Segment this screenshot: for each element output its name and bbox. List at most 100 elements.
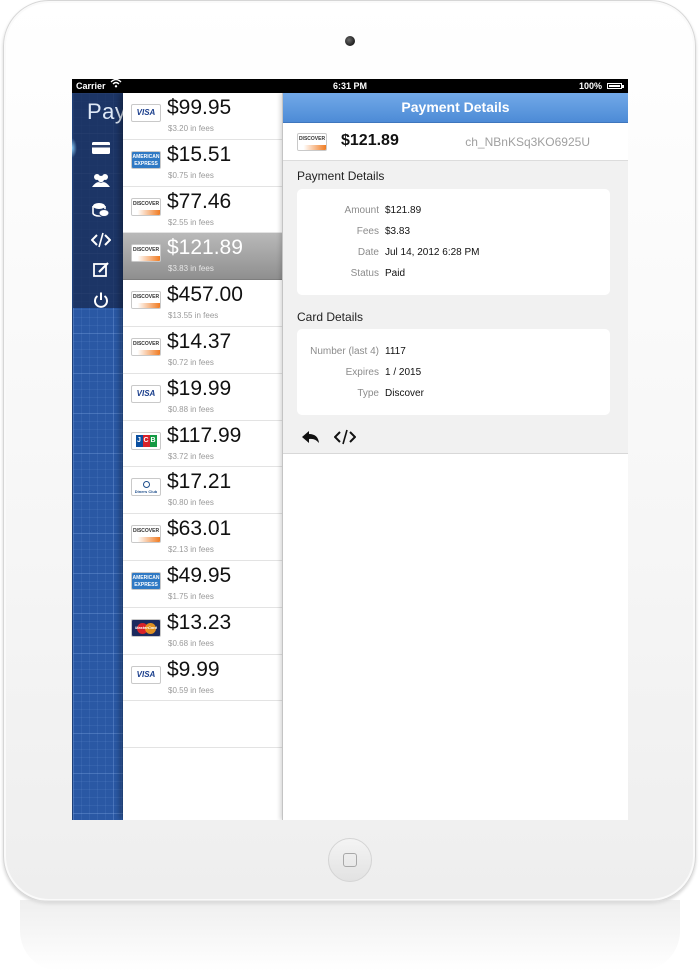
payment-fees: $0.88 in fees (168, 404, 214, 414)
payment-fees: $1.75 in fees (168, 592, 214, 601)
payment-row[interactable]: VISA $9.99 $0.59 in fees (123, 655, 282, 702)
status-bar: Carrier 6:31 PM 100% (72, 79, 628, 93)
payment-row[interactable]: Diners Club $17.21 $0.80 in fees (123, 467, 282, 515)
field-label: Type (357, 388, 379, 399)
charge-id: ch_NBnKSq3KO6925U (465, 135, 590, 149)
fees-value: $3.83 (385, 226, 411, 237)
payment-amount: $63.01 (167, 517, 232, 541)
payment-row[interactable]: DISCOVER $121.89 $3.83 in fees (123, 233, 282, 281)
mastercard-card-icon: MasterCard (131, 618, 161, 637)
payment-fees: $0.80 in fees (168, 498, 214, 508)
payment-row[interactable]: VISA $19.99 $0.88 in fees (123, 374, 282, 421)
detail-amount: $121.89 (341, 132, 399, 149)
field-label: Number (last 4) (310, 346, 379, 357)
battery-icon (607, 83, 624, 89)
discover-card-icon: DISCOVER (131, 244, 161, 263)
power-icon (93, 292, 108, 308)
visa-card-icon: VISA (131, 104, 161, 122)
payment-fees: $3.20 in fees (168, 124, 214, 133)
code-icon (90, 232, 111, 248)
discover-card-icon: DISCOVER (131, 338, 161, 356)
payment-amount: $13.23 (167, 610, 232, 634)
sidebar-item-customers[interactable] (73, 165, 124, 195)
discover-card-icon: DISCOVER (131, 525, 161, 544)
date-value: Jul 14, 2012 6:28 PM (385, 247, 480, 258)
sidebar: Pay (72, 93, 127, 820)
field-label: Fees (356, 226, 379, 237)
payment-fees: $0.72 in fees (168, 358, 214, 367)
discover-card-icon: DISCOVER (131, 197, 161, 216)
payment-amount: $9.99 (167, 657, 220, 681)
payment-row[interactable]: DISCOVER $14.37 $0.72 in fees (123, 327, 282, 374)
visa-card-icon: VISA (131, 384, 161, 403)
payment-row[interactable]: VISA $99.95 $3.20 in fees (123, 93, 282, 140)
customers-icon (91, 174, 110, 187)
payment-row[interactable]: MasterCard $13.23 $0.68 in fees (123, 608, 282, 655)
payment-fees: $3.83 in fees (168, 264, 214, 274)
refund-button[interactable] (299, 427, 323, 447)
payment-amount: $77.46 (167, 189, 232, 213)
payment-details-card: Amount $121.89 Fees $3.83 Date Jul 14, 2… (297, 189, 610, 295)
payment-row[interactable]: J C B $117.99 $3.72 in fees (123, 421, 282, 468)
payment-amount: $15.51 (167, 142, 232, 166)
app-title: Pay (87, 99, 127, 124)
payment-amount: $117.99 (167, 423, 242, 447)
field-label: Status (350, 268, 379, 279)
sidebar-item-transfers[interactable] (73, 195, 124, 225)
battery-percent: 100% (578, 81, 602, 91)
payment-amount: $457.00 (167, 283, 243, 307)
home-button[interactable] (328, 838, 372, 882)
payment-amount: $99.95 (167, 96, 232, 119)
card-type-value: Discover (385, 388, 424, 399)
field-label: Expires (345, 367, 379, 378)
payment-fees: $0.59 in fees (168, 685, 214, 695)
payment-details-title: Payment Details (297, 169, 385, 183)
sidebar-item-logout[interactable] (73, 285, 124, 315)
visa-card-icon: VISA (131, 665, 161, 684)
view-code-button[interactable] (333, 427, 357, 447)
discover-card-icon: DISCOVER (297, 133, 327, 151)
discover-card-icon: DISCOVER (131, 291, 161, 310)
payment-amount: $121.89 (167, 236, 243, 260)
screen: Carrier 6:31 PM 100% Pay VISA $99.95 $3.… (72, 79, 628, 820)
payment-fees: $2.13 in fees (168, 545, 214, 555)
detail-header: DISCOVER $121.89 ch_NBnKSq3KO6925U (283, 123, 628, 161)
payment-fees: $13.55 in fees (168, 311, 219, 321)
payment-fees: $3.72 in fees (168, 451, 214, 461)
status-value: Paid (385, 268, 406, 279)
payment-row[interactable]: DISCOVER $457.00 $13.55 in fees (123, 280, 282, 327)
card-details-title: Card Details (297, 310, 364, 324)
reply-icon (302, 431, 319, 443)
clock: 6:31 PM (332, 81, 367, 91)
nav-bar-title: Payment Details (283, 93, 628, 123)
compose-icon (92, 262, 109, 277)
payment-row[interactable]: DISCOVER $63.01 $2.13 in fees (123, 514, 282, 561)
amex-card-icon: AMERICAN EXPRESS (131, 150, 161, 169)
detail-brand-label: DISCOVER (298, 136, 326, 142)
sidebar-menu: Pay (72, 93, 127, 308)
amex-card-icon: AMERICAN EXPRESS (131, 572, 161, 590)
diners-card-icon: Diners Club (131, 478, 161, 497)
payment-detail-pane: Payment Details DISCOVER $121.89 ch_NBnK… (282, 93, 628, 820)
sidebar-item-compose[interactable] (73, 255, 124, 285)
sidebar-item-developer[interactable] (73, 225, 124, 255)
sidebar-item-payments[interactable] (72, 133, 124, 163)
payment-amount: $14.37 (167, 330, 232, 353)
coins-icon (91, 203, 109, 217)
payments-list: VISA $99.95 $3.20 in fees AMERICAN EXPRESS $1… (123, 93, 282, 820)
credit-card-icon (91, 142, 110, 154)
payment-row[interactable]: DISCOVER $77.46 $2.55 in fees (123, 187, 282, 234)
amount-value: $121.89 (385, 205, 422, 216)
code-icon (334, 429, 356, 445)
payment-fees: $2.55 in fees (168, 217, 214, 227)
device-reflection (20, 900, 680, 971)
card-last4-value: 1117 (385, 346, 406, 357)
payment-amount: $49.95 (167, 564, 232, 587)
field-label: Date (357, 247, 379, 258)
payment-fees: $0.75 in fees (168, 170, 214, 180)
payment-row[interactable]: AMERICAN EXPRESS $15.51 $0.75 in fees (123, 140, 282, 187)
card-details-card: Number (last 4) 1117 Expires 1 / 2015 Ty… (297, 329, 610, 415)
field-label: Amount (344, 205, 379, 216)
payment-row[interactable]: AMERICAN EXPRESS $49.95 $1.75 in fees (123, 561, 282, 608)
camera-icon (345, 36, 355, 46)
